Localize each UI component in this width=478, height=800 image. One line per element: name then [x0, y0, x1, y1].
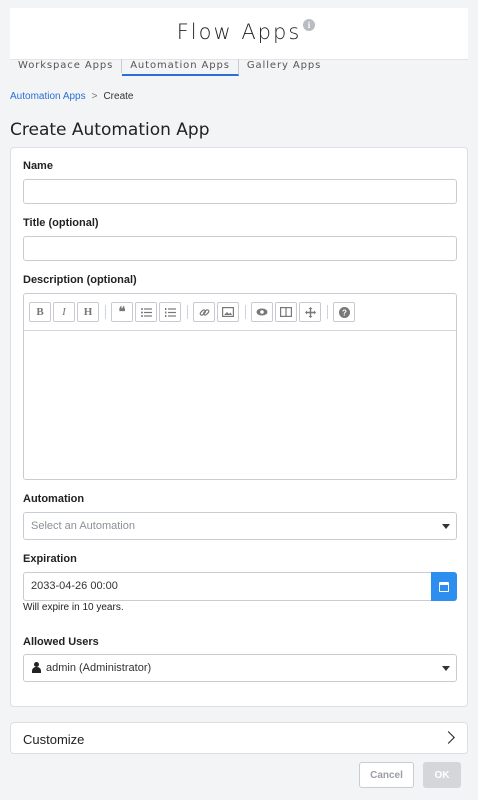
editor-toolbar: B I H ❝ ?	[24, 294, 456, 331]
cancel-button[interactable]: Cancel	[359, 762, 414, 788]
expiration-input[interactable]: 2033-04-26 00:00	[23, 572, 433, 601]
tab-workspace-apps[interactable]: Workspace Apps	[10, 59, 123, 73]
page-title: Create Automation App	[10, 120, 210, 140]
expiration-input-value: 2033-04-26 00:00	[31, 580, 118, 592]
tab-gallery-apps[interactable]: Gallery Apps	[239, 59, 329, 73]
toolbar-divider	[105, 305, 106, 319]
image-icon[interactable]	[217, 302, 239, 322]
user-icon	[32, 662, 41, 673]
chevron-right-icon	[442, 731, 455, 744]
caret-down-icon	[442, 524, 450, 529]
calendar-icon	[439, 581, 449, 592]
expiration-hint: Will expire in 10 years.	[23, 602, 124, 613]
tab-automation-apps[interactable]: Automation Apps	[122, 59, 239, 76]
side-by-side-icon[interactable]	[275, 302, 297, 322]
caret-down-icon	[442, 666, 450, 671]
customize-section[interactable]: Customize	[10, 722, 468, 754]
allowed-users-label: Allowed Users	[23, 636, 99, 648]
info-icon[interactable]: i	[303, 19, 315, 31]
toolbar-divider	[327, 305, 328, 319]
unordered-list-icon[interactable]	[135, 302, 157, 322]
expiration-label: Expiration	[23, 553, 77, 565]
bold-icon[interactable]: B	[29, 302, 51, 322]
italic-icon[interactable]: I	[53, 302, 75, 322]
allowed-users-select[interactable]: admin (Administrator)	[23, 654, 457, 682]
preview-icon[interactable]	[251, 302, 273, 322]
description-editor: B I H ❝ ?	[23, 293, 457, 480]
ordered-list-icon[interactable]	[159, 302, 181, 322]
app-title: Flow Apps	[176, 20, 302, 44]
chevron-right-icon: >	[91, 91, 98, 102]
automation-select-placeholder: Select an Automation	[31, 520, 135, 532]
name-input[interactable]	[23, 179, 457, 204]
toolbar-divider	[245, 305, 246, 319]
svg-text:?: ?	[342, 308, 347, 317]
allowed-users-value: admin (Administrator)	[46, 662, 152, 674]
fullscreen-icon[interactable]	[299, 302, 321, 322]
automation-label: Automation	[23, 493, 85, 505]
name-input-value	[24, 180, 456, 192]
ok-button[interactable]: OK	[423, 762, 461, 788]
link-icon[interactable]	[193, 302, 215, 322]
title-input-value	[24, 237, 456, 249]
breadcrumb: Automation Apps > Create	[10, 91, 133, 102]
description-label: Description (optional)	[23, 274, 137, 286]
heading-icon[interactable]: H	[77, 302, 99, 322]
description-textarea[interactable]	[24, 331, 456, 480]
name-label: Name	[23, 160, 53, 172]
create-form-card: Name Title (optional) Description (optio…	[10, 147, 468, 707]
customize-label: Customize	[23, 732, 85, 747]
toolbar-divider	[187, 305, 188, 319]
app-header: Flow Apps i	[10, 8, 468, 60]
breadcrumb-current: Create	[103, 91, 134, 102]
quote-icon[interactable]: ❝	[111, 302, 133, 322]
title-label: Title (optional)	[23, 217, 99, 229]
date-picker-button[interactable]	[431, 572, 457, 601]
app-tabs: Workspace Apps Automation Apps Gallery A…	[10, 59, 329, 76]
automation-select[interactable]: Select an Automation	[23, 512, 457, 540]
breadcrumb-automation-apps-link[interactable]: Automation Apps	[10, 91, 86, 102]
help-icon[interactable]: ?	[333, 302, 355, 322]
title-input[interactable]	[23, 236, 457, 261]
